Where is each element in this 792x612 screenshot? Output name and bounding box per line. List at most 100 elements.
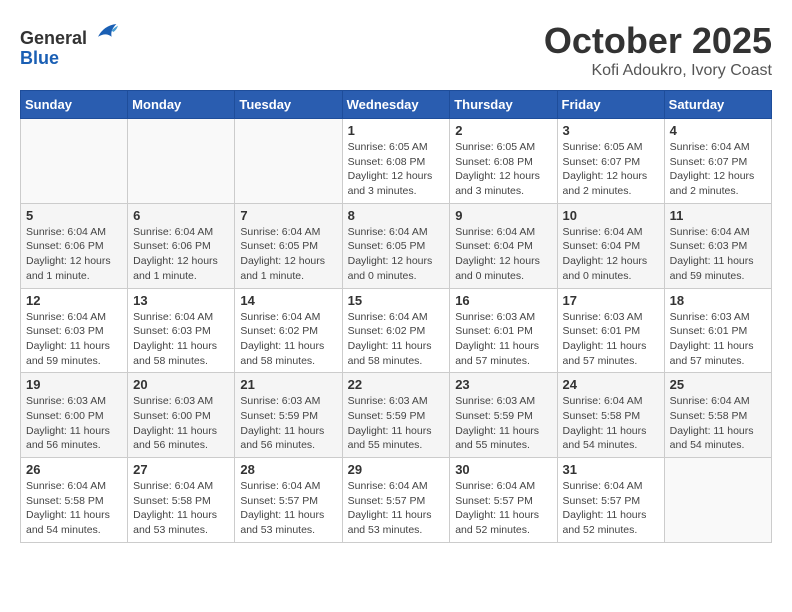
- calendar-cell: 11 Sunrise: 6:04 AM Sunset: 6:03 PM Dayli…: [664, 203, 771, 288]
- calendar-cell: 26Sunrise: 6:04 AM Sunset: 5:58 PM Dayli…: [21, 458, 128, 543]
- calendar-cell: 30Sunrise: 6:04 AM Sunset: 5:57 PM Dayli…: [450, 458, 557, 543]
- calendar-cell: 3Sunrise: 6:05 AM Sunset: 6:07 PM Daylig…: [557, 119, 664, 204]
- day-info: Sunrise: 6:04 AM Sunset: 5:58 PM Dayligh…: [133, 479, 229, 538]
- day-number: 28: [240, 462, 336, 477]
- day-number: 18: [670, 293, 766, 308]
- day-info: Sunrise: 6:04 AM Sunset: 6:02 PM Dayligh…: [348, 310, 445, 369]
- day-number: 25: [670, 377, 766, 392]
- title-section: October 2025 Kofi Adoukro, Ivory Coast: [544, 20, 772, 80]
- calendar-cell: 4Sunrise: 6:04 AM Sunset: 6:07 PM Daylig…: [664, 119, 771, 204]
- day-info: Sunrise: 6:05 AM Sunset: 6:08 PM Dayligh…: [348, 140, 445, 199]
- day-number: 26: [26, 462, 122, 477]
- day-number: 16: [455, 293, 551, 308]
- calendar-cell: 10 Sunrise: 6:04 AM Sunset: 6:04 PM Dayli…: [557, 203, 664, 288]
- day-info: Sunrise: 6:04 AM Sunset: 6:05 PM Dayligh…: [348, 225, 445, 284]
- calendar-week-row: 1 Sunrise: 6:05 AM Sunset: 6:08 PM Daylig…: [21, 119, 772, 204]
- day-number: 11: [670, 208, 766, 223]
- day-number: 17: [563, 293, 659, 308]
- calendar-cell: 27 Sunrise: 6:04 AM Sunset: 5:58 PM Dayli…: [128, 458, 235, 543]
- logo-bird-icon: [94, 20, 118, 44]
- day-info: Sunrise: 6:04 AM Sunset: 5:57 PM Dayligh…: [563, 479, 659, 538]
- day-number: 20: [133, 377, 229, 392]
- day-of-week-header: Friday: [557, 91, 664, 119]
- day-info: Sunrise: 6:04 AM Sunset: 6:06 PM Dayligh…: [26, 225, 122, 284]
- day-number: 10: [563, 208, 659, 223]
- day-info: Sunrise: 6:04 AM Sunset: 6:03 PM Dayligh…: [670, 225, 766, 284]
- day-info: Sunrise: 6:04 AM Sunset: 6:04 PM Dayligh…: [455, 225, 551, 284]
- day-number: 23: [455, 377, 551, 392]
- page-header: General Blue October 2025 Kofi Adoukro, …: [20, 20, 772, 80]
- calendar-cell: 13 Sunrise: 6:04 AM Sunset: 6:03 PM Dayli…: [128, 288, 235, 373]
- day-info: Sunrise: 6:05 AM Sunset: 6:08 PM Dayligh…: [455, 140, 551, 199]
- day-number: 9: [455, 208, 551, 223]
- day-number: 7: [240, 208, 336, 223]
- calendar-cell: 22 Sunrise: 6:03 AM Sunset: 5:59 PM Dayli…: [342, 373, 450, 458]
- calendar-cell: 21 Sunrise: 6:03 AM Sunset: 5:59 PM Dayli…: [235, 373, 342, 458]
- calendar-week-row: 19 Sunrise: 6:03 AM Sunset: 6:00 PM Dayli…: [21, 373, 772, 458]
- day-number: 14: [240, 293, 336, 308]
- day-number: 4: [670, 123, 766, 138]
- day-info: Sunrise: 6:04 AM Sunset: 5:57 PM Dayligh…: [240, 479, 336, 538]
- day-of-week-header: Wednesday: [342, 91, 450, 119]
- calendar-header-row: SundayMondayTuesdayWednesdayThursdayFrid…: [21, 91, 772, 119]
- calendar-week-row: 12 Sunrise: 6:04 AM Sunset: 6:03 PM Dayli…: [21, 288, 772, 373]
- day-number: 21: [240, 377, 336, 392]
- day-info: Sunrise: 6:03 AM Sunset: 5:59 PM Dayligh…: [348, 394, 445, 453]
- day-info: Sunrise: 6:03 AM Sunset: 6:01 PM Dayligh…: [670, 310, 766, 369]
- logo-general: General: [20, 28, 87, 48]
- day-number: 22: [348, 377, 445, 392]
- day-number: 2: [455, 123, 551, 138]
- day-number: 5: [26, 208, 122, 223]
- day-number: 13: [133, 293, 229, 308]
- day-info: Sunrise: 6:03 AM Sunset: 5:59 PM Dayligh…: [240, 394, 336, 453]
- calendar-cell: [21, 119, 128, 204]
- day-info: Sunrise: 6:03 AM Sunset: 6:00 PM Dayligh…: [133, 394, 229, 453]
- calendar-cell: [128, 119, 235, 204]
- day-number: 15: [348, 293, 445, 308]
- calendar-cell: 19 Sunrise: 6:03 AM Sunset: 6:00 PM Dayli…: [21, 373, 128, 458]
- calendar-cell: 8Sunrise: 6:04 AM Sunset: 6:05 PM Daylig…: [342, 203, 450, 288]
- day-info: Sunrise: 6:04 AM Sunset: 6:05 PM Dayligh…: [240, 225, 336, 284]
- calendar-cell: 16Sunrise: 6:03 AM Sunset: 6:01 PM Dayli…: [450, 288, 557, 373]
- logo-blue: Blue: [20, 48, 59, 68]
- calendar-table: SundayMondayTuesdayWednesdayThursdayFrid…: [20, 90, 772, 543]
- day-of-week-header: Thursday: [450, 91, 557, 119]
- day-info: Sunrise: 6:04 AM Sunset: 6:02 PM Dayligh…: [240, 310, 336, 369]
- day-number: 12: [26, 293, 122, 308]
- calendar-cell: 7 Sunrise: 6:04 AM Sunset: 6:05 PM Daylig…: [235, 203, 342, 288]
- calendar-cell: 28 Sunrise: 6:04 AM Sunset: 5:57 PM Dayli…: [235, 458, 342, 543]
- calendar-week-row: 26 Sunrise: 6:04 AM Sunset: 5:58 PM Dayli…: [21, 458, 772, 543]
- day-info: Sunrise: 6:03 AM Sunset: 5:59 PM Dayligh…: [455, 394, 551, 453]
- calendar-cell: 17 Sunrise: 6:03 AM Sunset: 6:01 PM Dayli…: [557, 288, 664, 373]
- day-info: Sunrise: 6:04 AM Sunset: 6:04 PM Dayligh…: [563, 225, 659, 284]
- calendar-cell: 5 Sunrise: 6:04 AM Sunset: 6:06 PM Daylig…: [21, 203, 128, 288]
- calendar-cell: 25 Sunrise: 6:04 AM Sunset: 5:58 PM Dayli…: [664, 373, 771, 458]
- day-info: Sunrise: 6:03 AM Sunset: 6:01 PM Dayligh…: [563, 310, 659, 369]
- day-of-week-header: Tuesday: [235, 91, 342, 119]
- calendar-cell: 6 Sunrise: 6:04 AM Sunset: 6:06 PM Daylig…: [128, 203, 235, 288]
- calendar-cell: 9 Sunrise: 6:04 AM Sunset: 6:04 PM Daylig…: [450, 203, 557, 288]
- logo: General Blue: [20, 20, 118, 69]
- day-info: Sunrise: 6:04 AM Sunset: 5:57 PM Dayligh…: [348, 479, 445, 538]
- day-number: 19: [26, 377, 122, 392]
- calendar-cell: 23 Sunrise: 6:03 AM Sunset: 5:59 PM Dayli…: [450, 373, 557, 458]
- day-number: 6: [133, 208, 229, 223]
- calendar-cell: 31 Sunrise: 6:04 AM Sunset: 5:57 PM Dayli…: [557, 458, 664, 543]
- day-number: 31: [563, 462, 659, 477]
- day-number: 27: [133, 462, 229, 477]
- day-info: Sunrise: 6:04 AM Sunset: 6:06 PM Dayligh…: [133, 225, 229, 284]
- day-number: 3: [563, 123, 659, 138]
- day-of-week-header: Saturday: [664, 91, 771, 119]
- day-info: Sunrise: 6:03 AM Sunset: 6:00 PM Dayligh…: [26, 394, 122, 453]
- day-info: Sunrise: 6:04 AM Sunset: 5:58 PM Dayligh…: [670, 394, 766, 453]
- calendar-cell: 15 Sunrise: 6:04 AM Sunset: 6:02 PM Dayli…: [342, 288, 450, 373]
- calendar-cell: [235, 119, 342, 204]
- day-info: Sunrise: 6:04 AM Sunset: 5:58 PM Dayligh…: [563, 394, 659, 453]
- day-number: 1: [348, 123, 445, 138]
- day-number: 29: [348, 462, 445, 477]
- calendar-cell: 18 Sunrise: 6:03 AM Sunset: 6:01 PM Dayli…: [664, 288, 771, 373]
- month-title: October 2025: [544, 20, 772, 62]
- calendar-cell: 2 Sunrise: 6:05 AM Sunset: 6:08 PM Daylig…: [450, 119, 557, 204]
- calendar-cell: [664, 458, 771, 543]
- day-info: Sunrise: 6:04 AM Sunset: 6:03 PM Dayligh…: [133, 310, 229, 369]
